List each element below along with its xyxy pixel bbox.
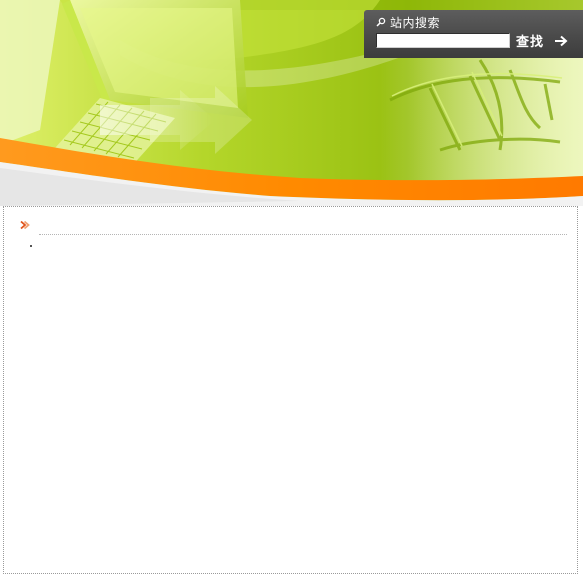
section-divider <box>39 234 567 235</box>
page: 站内搜索 查找 <box>0 0 583 579</box>
list-bullet-dot-icon <box>30 245 32 247</box>
site-search-panel: 站内搜索 查找 <box>364 10 583 58</box>
site-search-title-row: 站内搜索 <box>376 14 440 30</box>
search-submit-label: 查找 <box>516 35 545 50</box>
search-submit-button[interactable]: 查找 <box>514 31 570 50</box>
magnifier-icon <box>376 17 386 27</box>
double-chevron-icon <box>20 220 30 230</box>
content-panel <box>3 206 578 574</box>
site-search-title: 站内搜索 <box>390 15 441 30</box>
site-search-input[interactable] <box>376 33 510 48</box>
arrow-right-icon <box>555 35 568 46</box>
